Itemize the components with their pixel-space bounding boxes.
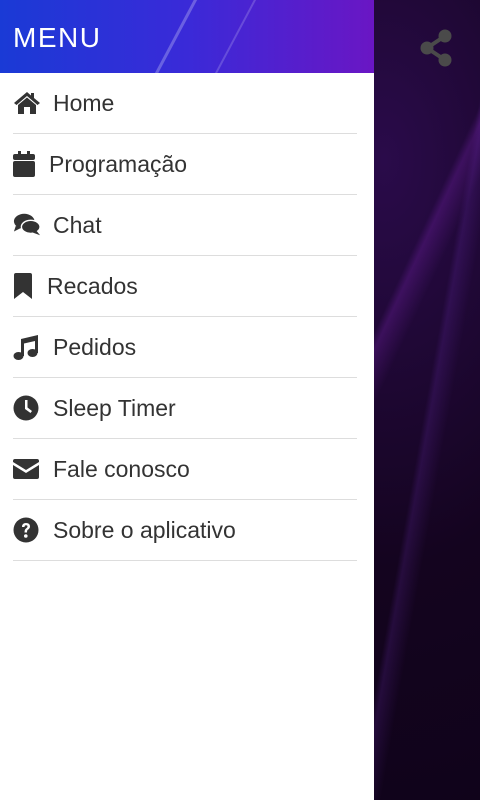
menu-item-label: Fale conosco: [53, 455, 190, 482]
menu-item-label: Recados: [47, 272, 138, 299]
menu-item-home[interactable]: Home: [13, 73, 357, 134]
menu-item-recados[interactable]: Recados: [13, 256, 357, 317]
calendar-icon: [13, 150, 37, 178]
menu-item-label: Pedidos: [53, 333, 137, 360]
menu-item-sleep-timer[interactable]: Sleep Timer: [13, 378, 357, 439]
share-button[interactable]: [418, 28, 454, 68]
menu-item-label: Chat: [53, 211, 102, 238]
menu-title: MENU: [13, 22, 102, 53]
navigation-drawer: MENU Home Programação Chat Recados Pedid…: [0, 0, 374, 800]
clock-icon: [13, 394, 41, 422]
menu-item-sobre[interactable]: Sobre o aplicativo: [13, 500, 357, 561]
drawer-header: MENU: [0, 0, 374, 73]
share-icon: [420, 29, 452, 67]
menu-item-label: Sobre o aplicativo: [53, 516, 236, 543]
menu-item-programacao[interactable]: Programação: [13, 134, 357, 195]
bookmark-icon: [13, 272, 35, 300]
chat-icon: [13, 211, 41, 239]
menu-item-label: Programação: [49, 150, 188, 177]
home-icon: [13, 89, 41, 117]
menu-item-label: Sleep Timer: [53, 394, 176, 421]
menu-item-chat[interactable]: Chat: [13, 195, 357, 256]
menu-item-label: Home: [53, 89, 115, 116]
menu-list: Home Programação Chat Recados Pedidos Sl…: [0, 73, 374, 561]
envelope-icon: [13, 455, 41, 483]
music-icon: [13, 333, 41, 361]
menu-item-fale-conosco[interactable]: Fale conosco: [13, 439, 357, 500]
question-icon: [13, 516, 41, 544]
menu-item-pedidos[interactable]: Pedidos: [13, 317, 357, 378]
